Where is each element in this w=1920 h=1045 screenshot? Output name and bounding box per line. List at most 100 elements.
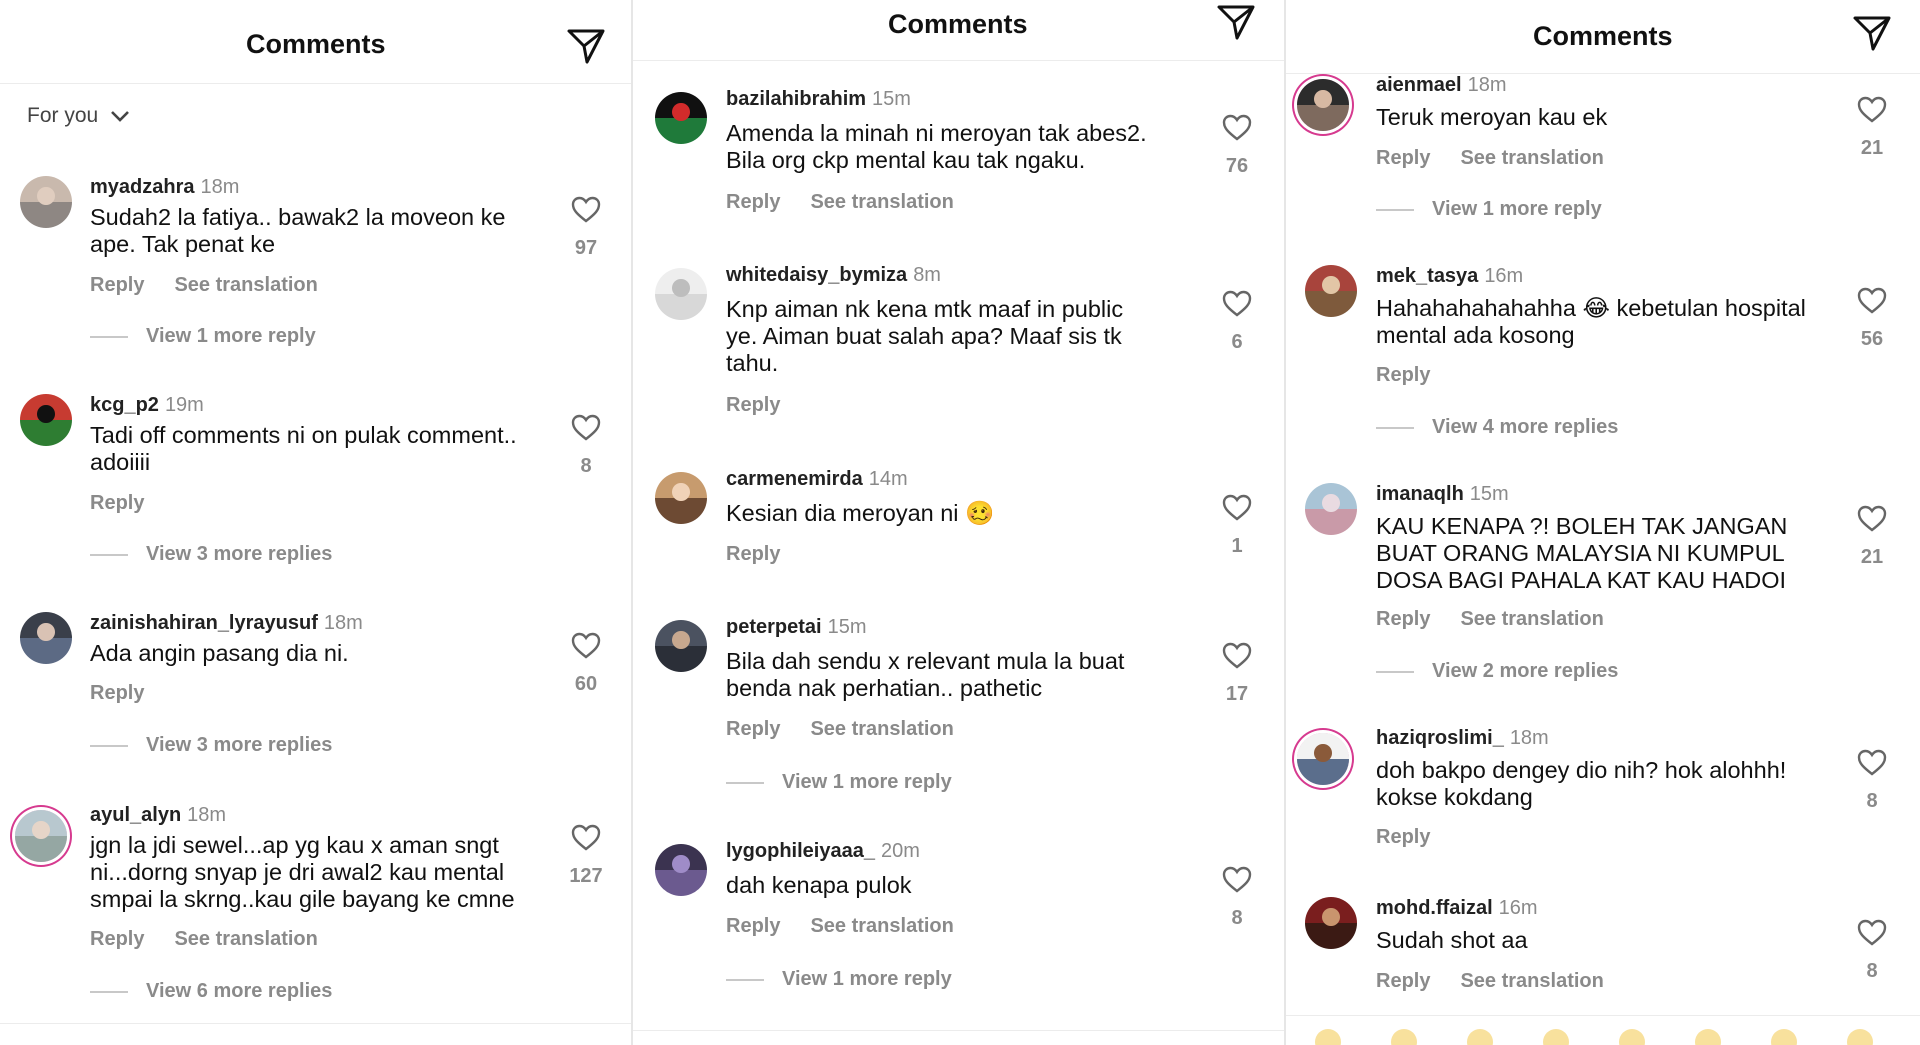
like-count: 60 — [574, 673, 598, 695]
see-translation-link[interactable]: See translation — [810, 718, 953, 740]
heart-icon — [1857, 505, 1887, 532]
see-translation-link[interactable]: See translation — [174, 928, 317, 950]
comment-time: 8m — [913, 264, 941, 286]
reply-button[interactable]: Reply — [1376, 826, 1430, 848]
comment-text: Ada angin pasang dia ni. — [90, 640, 349, 666]
comment-username[interactable]: peterpetai — [726, 616, 822, 638]
like-button[interactable]: 21 — [1844, 505, 1900, 569]
comment-username[interactable]: ayul_alyn — [90, 804, 181, 826]
like-button[interactable]: 1 — [1209, 494, 1265, 558]
avatar[interactable] — [1297, 733, 1349, 785]
comment-username[interactable]: kcg_p2 — [90, 394, 159, 416]
like-button[interactable]: 17 — [1209, 642, 1265, 706]
see-translation-link[interactable]: See translation — [1460, 608, 1603, 630]
reply-button[interactable]: Reply — [1376, 608, 1430, 630]
like-button[interactable]: 21 — [1844, 96, 1900, 160]
header-divider — [0, 83, 632, 84]
view-more-replies-button[interactable]: View 3 more replies — [90, 734, 332, 757]
reply-button[interactable]: Reply — [726, 718, 780, 740]
like-button[interactable]: 8 — [1844, 919, 1900, 983]
like-button[interactable]: 127 — [558, 824, 614, 888]
send-icon[interactable] — [1852, 14, 1892, 57]
avatar[interactable] — [15, 810, 67, 862]
avatar[interactable] — [20, 612, 72, 664]
avatar[interactable] — [655, 620, 707, 672]
like-button[interactable]: 60 — [558, 632, 614, 696]
like-button[interactable]: 56 — [1844, 287, 1900, 351]
reply-button[interactable]: Reply — [726, 191, 780, 213]
like-button[interactable]: 8 — [1844, 749, 1900, 813]
bottom-divider — [1285, 1015, 1920, 1016]
reply-button[interactable]: Reply — [90, 274, 144, 296]
see-translation-link[interactable]: See translation — [174, 274, 317, 296]
avatar[interactable] — [1305, 897, 1357, 949]
comment-time: 18m — [1509, 727, 1549, 749]
avatar[interactable] — [655, 844, 707, 896]
avatar[interactable] — [1297, 79, 1349, 131]
like-count: 8 — [1866, 960, 1878, 982]
view-more-replies-button[interactable]: View 1 more reply — [726, 771, 952, 794]
sort-filter-dropdown[interactable]: For you — [27, 104, 130, 128]
comment-time: 14m — [868, 468, 908, 490]
view-more-replies-button[interactable]: View 1 more reply — [1376, 198, 1602, 221]
send-icon[interactable] — [1216, 3, 1256, 46]
avatar[interactable] — [20, 176, 72, 228]
see-translation-link[interactable]: See translation — [810, 915, 953, 937]
comment-username[interactable]: carmenemirda — [726, 468, 863, 490]
see-translation-link[interactable]: See translation — [810, 191, 953, 213]
reply-button[interactable]: Reply — [1376, 970, 1430, 992]
like-button[interactable]: 6 — [1209, 290, 1265, 354]
like-count: 21 — [1860, 137, 1884, 159]
comment-username[interactable]: whitedaisy_bymiza — [726, 264, 907, 286]
avatar[interactable] — [655, 472, 707, 524]
like-count: 6 — [1231, 331, 1243, 353]
comment-time: 18m — [1467, 74, 1507, 96]
like-button[interactable]: 8 — [1209, 866, 1265, 930]
avatar[interactable] — [655, 268, 707, 320]
see-translation-link[interactable]: See translation — [1460, 970, 1603, 992]
heart-icon — [571, 414, 601, 441]
send-icon[interactable] — [566, 27, 606, 70]
comment-time: 15m — [1469, 483, 1509, 505]
comment-username[interactable]: mek_tasya — [1376, 265, 1478, 287]
reply-button[interactable]: Reply — [90, 682, 144, 704]
view-more-replies-button[interactable]: View 4 more replies — [1376, 416, 1618, 439]
reply-button[interactable]: Reply — [726, 394, 780, 416]
view-more-replies-button[interactable]: View 6 more replies — [90, 980, 332, 1003]
see-translation-link[interactable]: See translation — [1460, 147, 1603, 169]
reply-button[interactable]: Reply — [726, 915, 780, 937]
reply-button[interactable]: Reply — [726, 543, 780, 565]
avatar[interactable] — [1305, 483, 1357, 535]
like-count: 8 — [1231, 907, 1243, 929]
comment-text: Bila dah sendu x relevant mula la buat be… — [726, 648, 1125, 701]
comment-username[interactable]: lygophileiyaaa_ — [726, 840, 875, 862]
reply-button[interactable]: Reply — [1376, 147, 1430, 169]
comment-text: Tadi off comments ni on pulak comment.. a… — [90, 422, 517, 475]
view-more-replies-button[interactable]: View 1 more reply — [726, 968, 952, 991]
comment-username[interactable]: bazilahibrahim — [726, 88, 866, 110]
like-button[interactable]: 97 — [558, 196, 614, 260]
view-more-replies-button[interactable]: View 1 more reply — [90, 325, 316, 348]
comments-panel-3: Comments aienmael 18m Teruk meroyan kau e… — [1285, 0, 1920, 1045]
reply-button[interactable]: Reply — [1376, 364, 1430, 386]
view-more-replies-button[interactable]: View 2 more replies — [1376, 660, 1618, 683]
bottom-divider — [632, 1030, 1285, 1031]
comment-username[interactable]: aienmael — [1376, 74, 1462, 96]
avatar[interactable] — [1305, 265, 1357, 317]
like-button[interactable]: 76 — [1209, 114, 1265, 178]
comment-username[interactable]: imanaqlh — [1376, 483, 1464, 505]
like-button[interactable]: 8 — [558, 414, 614, 478]
reply-button[interactable]: Reply — [90, 492, 144, 514]
comment-time: 18m — [323, 612, 363, 634]
avatar[interactable] — [655, 92, 707, 144]
view-more-replies-button[interactable]: View 3 more replies — [90, 543, 332, 566]
comment-username[interactable]: zainishahiran_lyrayusuf — [90, 612, 318, 634]
comment-username[interactable]: haziqroslimi_ — [1376, 727, 1504, 749]
comment-username[interactable]: myadzahra — [90, 176, 195, 198]
panel-separator — [1284, 0, 1286, 1045]
reply-button[interactable]: Reply — [90, 928, 144, 950]
avatar[interactable] — [20, 394, 72, 446]
comment-username[interactable]: mohd.ffaizal — [1376, 897, 1493, 919]
comment-text: Teruk meroyan kau ek — [1376, 104, 1608, 130]
heart-icon — [1222, 494, 1252, 521]
